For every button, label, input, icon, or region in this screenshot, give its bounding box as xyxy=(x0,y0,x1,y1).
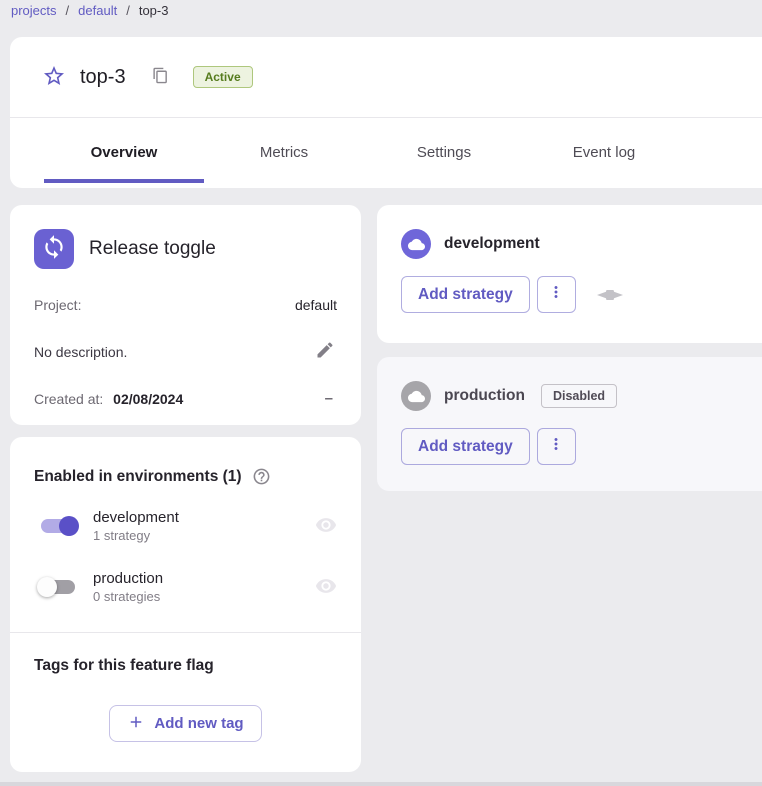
project-value: default xyxy=(295,297,337,313)
flag-title-row: top-3 Active xyxy=(10,37,762,118)
breadcrumb-link-projects[interactable]: projects xyxy=(11,3,57,18)
viewport-bottom-strip xyxy=(0,782,762,786)
tags-title: Tags for this feature flag xyxy=(34,657,337,675)
tags-section: Tags for this feature flag Add new tag xyxy=(10,633,361,766)
tab-bar: Overview Metrics Settings Event log xyxy=(10,118,762,187)
page: projects / default / top-3 top-3 Active … xyxy=(0,0,762,786)
enabled-environments-title: Enabled in environments (1) xyxy=(34,468,242,486)
status-badge: Active xyxy=(193,66,253,88)
breadcrumb-current: top-3 xyxy=(139,3,169,18)
environment-row-production: production 0 strategies xyxy=(34,566,337,608)
environment-strategy-count: 0 strategies xyxy=(93,589,163,604)
development-toggle[interactable] xyxy=(41,519,75,533)
environments-panel: Enabled in environments (1) development … xyxy=(10,437,361,772)
production-strategies-card: production Disabled Add strategy xyxy=(377,357,762,491)
development-visibility-button[interactable] xyxy=(315,514,337,539)
flag-header-card: top-3 Active Overview Metrics Settings E… xyxy=(10,37,762,188)
cloud-icon xyxy=(401,381,431,411)
production-visibility-button[interactable] xyxy=(315,575,337,600)
flag-type-label: Release toggle xyxy=(89,238,216,260)
pencil-icon xyxy=(315,340,335,363)
flag-name-title: top-3 xyxy=(80,66,126,89)
environment-name: production xyxy=(93,570,163,587)
add-new-tag-label: Add new tag xyxy=(154,715,243,732)
eye-icon xyxy=(315,575,337,600)
environment-strategy-count: 1 strategy xyxy=(93,528,179,543)
flag-type-badge xyxy=(34,229,74,269)
add-strategy-button[interactable]: Add strategy xyxy=(401,276,530,313)
tab-overview[interactable]: Overview xyxy=(44,118,204,187)
description-row: No description. xyxy=(34,338,337,365)
cloud-icon xyxy=(401,229,431,259)
project-label: Project: xyxy=(34,297,81,313)
star-outline-icon xyxy=(42,64,66,91)
breadcrumb: projects / default / top-3 xyxy=(11,3,168,18)
environment-card-name: production xyxy=(444,387,525,405)
add-strategy-button[interactable]: Add strategy xyxy=(401,428,530,465)
question-circle-icon[interactable] xyxy=(252,467,271,486)
environment-menu-button[interactable] xyxy=(537,276,576,313)
edit-description-button[interactable] xyxy=(313,338,337,365)
production-card-actions: Add strategy xyxy=(401,428,758,465)
dash-placeholder: – xyxy=(325,390,337,407)
kebab-icon xyxy=(547,283,565,306)
tab-event-log[interactable]: Event log xyxy=(524,118,684,187)
environment-card-name: development xyxy=(444,235,540,253)
production-toggle[interactable] xyxy=(41,580,75,594)
breadcrumb-separator: / xyxy=(126,3,130,18)
enabled-environments-section: Enabled in environments (1) development … xyxy=(10,437,361,632)
copy-name-button[interactable] xyxy=(152,67,169,87)
production-card-header: production Disabled xyxy=(401,381,758,411)
plus-icon xyxy=(127,713,145,735)
copy-icon xyxy=(152,67,169,87)
connection-indicator-icon xyxy=(596,290,624,300)
environment-name: development xyxy=(93,509,179,526)
flag-type-row: Release toggle xyxy=(34,229,337,269)
created-at: Created at: 02/08/2024 xyxy=(34,391,183,407)
development-card-header: development xyxy=(401,229,758,259)
add-new-tag-button[interactable]: Add new tag xyxy=(109,705,262,742)
favorite-button[interactable] xyxy=(41,64,67,90)
breadcrumb-separator: / xyxy=(66,3,70,18)
kebab-icon xyxy=(547,435,565,458)
tab-settings[interactable]: Settings xyxy=(364,118,524,187)
loop-icon xyxy=(41,234,67,265)
environment-row-development: development 1 strategy xyxy=(34,505,337,547)
development-strategies-card: development Add strategy xyxy=(377,205,762,343)
created-label: Created at: xyxy=(34,391,103,407)
project-row: Project: default xyxy=(34,297,337,313)
created-row: Created at: 02/08/2024 – xyxy=(34,390,337,407)
flag-details-card: Release toggle Project: default No descr… xyxy=(10,205,361,425)
description-text: No description. xyxy=(34,344,127,360)
tab-metrics[interactable]: Metrics xyxy=(204,118,364,187)
eye-icon xyxy=(315,514,337,539)
environment-menu-button[interactable] xyxy=(537,428,576,465)
disabled-badge: Disabled xyxy=(541,384,617,408)
breadcrumb-link-default[interactable]: default xyxy=(78,3,117,18)
development-card-actions: Add strategy xyxy=(401,276,758,313)
created-value: 02/08/2024 xyxy=(113,391,183,407)
